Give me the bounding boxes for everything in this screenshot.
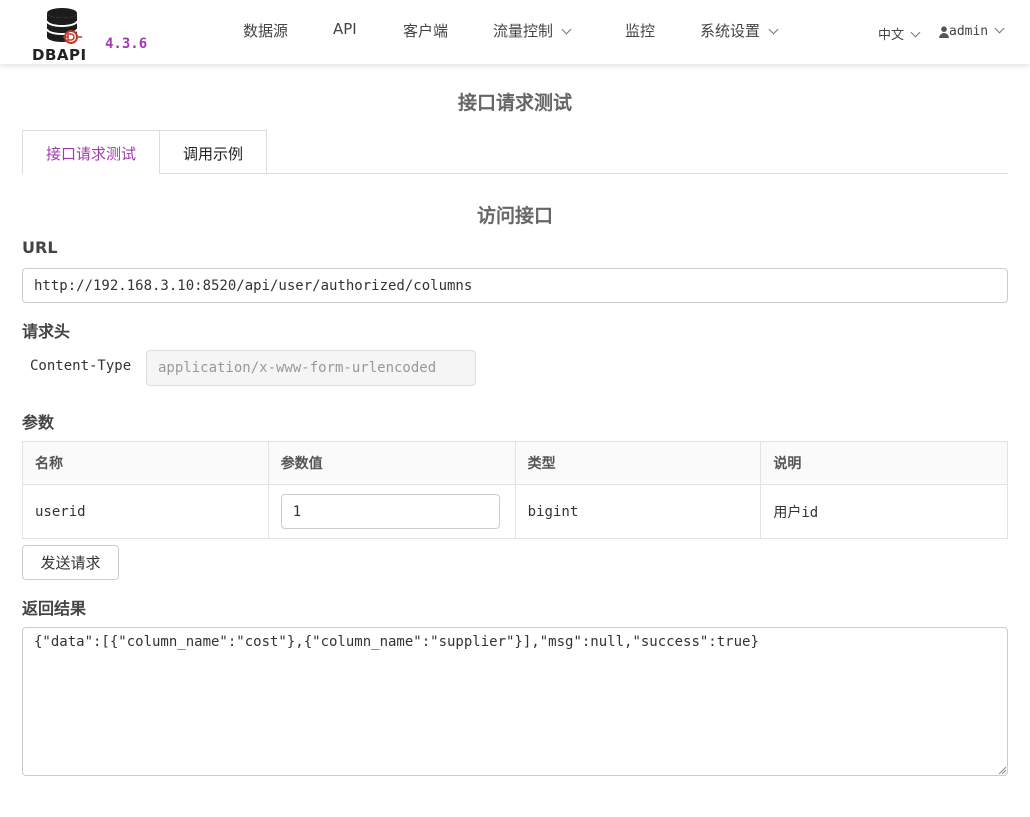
column-header-desc: 说明 <box>760 441 1008 485</box>
param-desc: 用户id <box>760 484 1008 539</box>
url-label: URL <box>22 238 58 257</box>
user-menu[interactable]: admin <box>939 23 1005 39</box>
params-table: 名称 参数值 类型 说明 userid 1 bigint 用户id <box>22 441 1008 539</box>
nav-item-label: 流量控制 <box>493 22 554 40</box>
header-key: Content-Type <box>30 358 132 374</box>
database-icon <box>46 8 82 44</box>
param-name: userid <box>22 484 269 539</box>
param-value-input[interactable]: 1 <box>280 494 500 529</box>
nav-item-settings[interactable]: 系统设置 <box>700 20 779 41</box>
resize-grip-icon[interactable] <box>998 766 1006 774</box>
chevron-down-icon <box>910 27 921 38</box>
column-header-value: 参数值 <box>267 441 516 485</box>
dbapi-logo[interactable]: DBAPI <box>30 6 96 64</box>
language-selector[interactable]: 中文 <box>878 24 921 43</box>
content-type-input[interactable]: application/x-www-form-urlencoded <box>146 350 476 386</box>
app-version: 4.3.6 <box>105 36 148 52</box>
top-navbar: DBAPI 4.3.6 数据源 API 客户端 流量控制 监控 系统设置 中文 … <box>0 0 1030 64</box>
username: admin <box>949 24 989 39</box>
nav-item-monitor[interactable]: 监控 <box>625 20 655 41</box>
column-header-type: 类型 <box>514 441 762 485</box>
column-header-name: 名称 <box>22 441 269 485</box>
user-icon <box>939 25 949 38</box>
nav-item-flow-control[interactable]: 流量控制 <box>493 20 572 41</box>
param-value-cell: 1 <box>267 484 516 539</box>
logo-text: DBAPI <box>32 46 87 64</box>
chevron-down-icon <box>561 24 572 35</box>
result-textarea[interactable]: {"data":[{"column_name":"cost"},{"column… <box>22 627 1008 776</box>
nav-item-label: 系统设置 <box>700 22 761 40</box>
language-label: 中文 <box>878 28 905 43</box>
url-input[interactable]: http://192.168.3.10:8520/api/user/author… <box>22 268 1008 303</box>
result-text: {"data":[{"column_name":"cost"},{"column… <box>34 634 759 650</box>
table-row: userid 1 bigint 用户id <box>22 484 1008 539</box>
headers-label: 请求头 <box>22 322 71 341</box>
tab-call-example[interactable]: 调用示例 <box>159 130 267 173</box>
nav-item-label: 监控 <box>625 22 656 40</box>
tab-request-test[interactable]: 接口请求测试 <box>22 130 160 174</box>
params-label: 参数 <box>22 413 55 432</box>
send-request-button[interactable]: 发送请求 <box>22 545 119 580</box>
chevron-down-icon <box>768 24 779 35</box>
nav-item-label: 客户端 <box>403 22 449 40</box>
nav-item-client[interactable]: 客户端 <box>403 20 448 41</box>
chevron-down-icon <box>994 23 1005 34</box>
nav-item-api[interactable]: API <box>333 20 357 38</box>
result-label: 返回结果 <box>22 599 87 618</box>
nav-item-datasource[interactable]: 数据源 <box>243 20 288 41</box>
nav-item-label: API <box>333 20 357 38</box>
param-type: bigint <box>514 484 762 539</box>
tab-bar: 接口请求测试 调用示例 <box>22 130 1008 174</box>
section-title: 访问接口 <box>476 205 553 227</box>
nav-item-label: 数据源 <box>243 22 289 40</box>
page-title: 接口请求测试 <box>457 92 572 114</box>
table-header-row: 名称 参数值 类型 说明 <box>22 441 1008 485</box>
